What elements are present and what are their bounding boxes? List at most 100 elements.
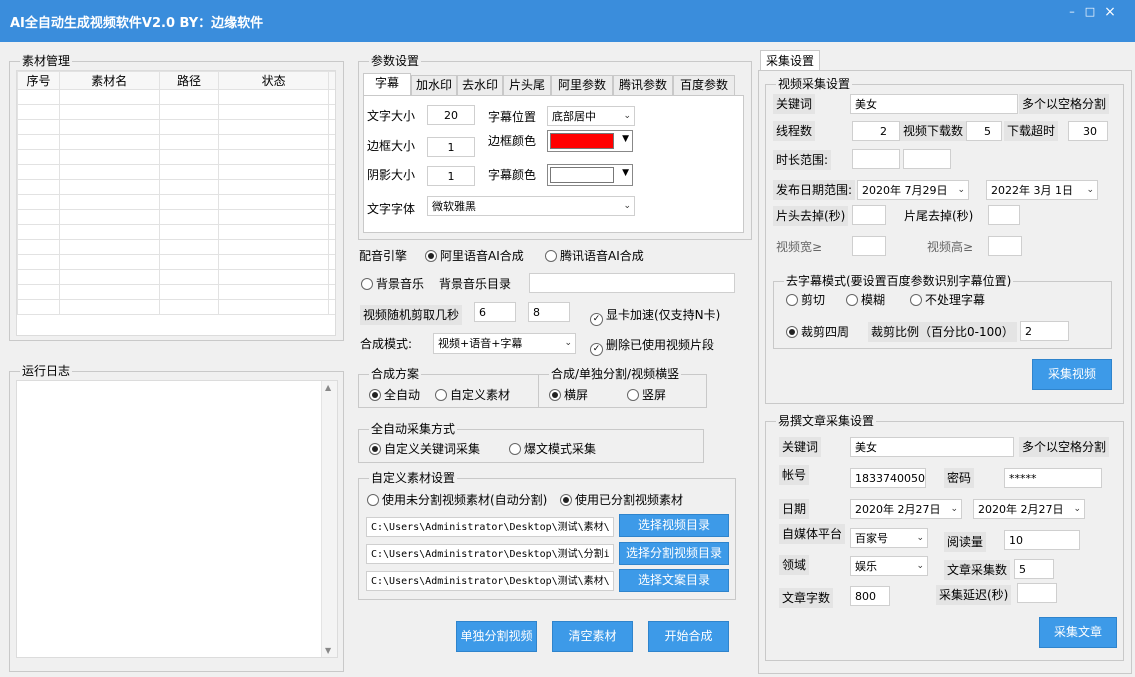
sub-blur-radio[interactable]: 模糊	[846, 292, 885, 308]
sub-cut-radio[interactable]: 剪切	[786, 292, 825, 308]
table-row[interactable]	[17, 119, 335, 135]
clip-min-input[interactable]: 6	[474, 302, 516, 322]
gpu-checkbox[interactable]: ✓ 显卡加速(仅支持N卡)	[590, 307, 720, 326]
tab-add-watermark[interactable]: 加水印	[411, 75, 457, 95]
vc-keyword-input[interactable]: 美女	[850, 94, 1018, 114]
table-row[interactable]	[17, 179, 335, 195]
font-size-label: 文字大小	[367, 109, 416, 123]
shadow-size-input[interactable]: 1	[427, 166, 475, 186]
crop-ratio-input[interactable]: 2	[1020, 321, 1069, 341]
log-scrollbar[interactable]: ▲ ▼	[321, 381, 337, 657]
font-select[interactable]: 微软雅黑 ⌄	[427, 196, 635, 216]
sub-none-radio[interactable]: 不处理字幕	[910, 292, 985, 308]
tab-tencent[interactable]: 腾讯参数	[613, 75, 673, 95]
ac-field-select[interactable]: 娱乐 ⌄	[850, 556, 928, 576]
portrait-radio[interactable]: 竖屏	[627, 387, 666, 403]
split-video-button[interactable]: 单独分割视频	[456, 621, 537, 652]
scheme-auto-radio[interactable]: 全自动	[369, 387, 420, 403]
col-index[interactable]: 序号	[17, 71, 60, 90]
table-row[interactable]	[17, 269, 335, 285]
vc-date-from-picker[interactable]: 2020年 7月29日 ⌄	[857, 180, 969, 200]
mode-select[interactable]: 视频+语音+字幕 ⌄	[433, 333, 576, 354]
ac-password-input[interactable]: *****	[1004, 468, 1102, 488]
tab-baidu[interactable]: 百度参数	[673, 75, 735, 95]
table-row[interactable]	[17, 89, 335, 105]
clip-max-input[interactable]: 8	[528, 302, 570, 322]
minimize-icon[interactable]: –	[1062, 4, 1082, 20]
table-row[interactable]	[17, 254, 335, 270]
tab-collect[interactable]: 采集设置	[760, 50, 820, 71]
tab-subtitle[interactable]: 字幕	[363, 73, 411, 95]
ac-count-input[interactable]: 5	[1014, 559, 1054, 579]
font-size-input[interactable]: 20	[427, 105, 475, 125]
table-row[interactable]	[17, 284, 335, 300]
scroll-down-icon[interactable]: ▼	[325, 646, 331, 655]
scroll-up-icon[interactable]: ▲	[325, 383, 331, 392]
col-status[interactable]: 状态	[218, 71, 329, 90]
ac-platform-select[interactable]: 百家号 ⌄	[850, 528, 928, 548]
scheme-custom-radio[interactable]: 自定义素材	[435, 387, 510, 403]
close-icon[interactable]: ×	[1100, 4, 1120, 20]
table-row[interactable]	[17, 209, 335, 225]
material-table[interactable]: 序号 素材名 路径 状态	[16, 70, 336, 336]
vc-width-input[interactable]	[852, 236, 886, 256]
vc-head-cut-input[interactable]	[852, 205, 886, 225]
ac-date-from-picker[interactable]: 2020年 2月27日 ⌄	[850, 499, 962, 519]
vc-duration-min-input[interactable]	[852, 149, 900, 169]
video-dir-input[interactable]: C:\Users\Administrator\Desktop\测试\素材\	[366, 517, 614, 537]
split-dir-input[interactable]: C:\Users\Administrator\Desktop\测试\分割i	[366, 544, 614, 564]
custom-keyword-radio[interactable]: 自定义关键词采集	[369, 441, 480, 457]
log-textarea[interactable]: ▲ ▼	[16, 380, 338, 658]
vc-height-input[interactable]	[988, 236, 1022, 256]
text-dir-input[interactable]: C:\Users\Administrator\Desktop\测试\素材\	[366, 571, 614, 591]
maximize-icon[interactable]: □	[1080, 4, 1100, 20]
unsplit-radio[interactable]: 使用未分割视频素材(自动分割)	[367, 492, 547, 508]
vc-timeout-input[interactable]: 30	[1068, 121, 1108, 141]
select-text-dir-button[interactable]: 选择文案目录	[619, 569, 729, 592]
vc-date-to-picker[interactable]: 2022年 3月 1日 ⌄	[986, 180, 1098, 200]
bgm-dir-input[interactable]	[529, 273, 735, 293]
tab-ali[interactable]: 阿里参数	[551, 75, 613, 95]
col-path[interactable]: 路径	[158, 71, 220, 90]
ac-reads-input[interactable]: 10	[1004, 530, 1080, 550]
border-size-input[interactable]: 1	[427, 137, 475, 157]
collect-video-button[interactable]: 采集视频	[1032, 359, 1112, 390]
table-row[interactable]	[17, 149, 335, 165]
bgm-radio[interactable]: 背景音乐	[361, 276, 424, 292]
subtitle-color-picker[interactable]: ▼	[547, 164, 633, 186]
table-row[interactable]	[17, 299, 335, 315]
radio-on-icon	[786, 326, 798, 338]
table-row[interactable]	[17, 164, 335, 180]
table-row[interactable]	[17, 239, 335, 255]
select-split-dir-button[interactable]: 选择分割视频目录	[619, 542, 729, 565]
tab-head-tail[interactable]: 片头尾	[503, 75, 551, 95]
col-name[interactable]: 素材名	[58, 71, 160, 90]
ac-keyword-input[interactable]: 美女	[850, 437, 1014, 457]
start-compose-button[interactable]: 开始合成	[648, 621, 729, 652]
landscape-radio[interactable]: 横屏	[549, 387, 588, 403]
ac-delay-input[interactable]	[1017, 583, 1057, 603]
voice-ali-radio[interactable]: 阿里语音AI合成	[425, 248, 524, 264]
subtitle-pos-select[interactable]: 底部居中 ⌄	[547, 106, 635, 126]
vc-downloads-input[interactable]: 5	[966, 121, 1002, 141]
table-row[interactable]	[17, 194, 335, 210]
tab-remove-watermark[interactable]: 去水印	[457, 75, 503, 95]
vc-tail-cut-input[interactable]	[988, 205, 1020, 225]
sub-crop-radio[interactable]: 裁剪四周	[786, 324, 849, 340]
vc-duration-max-input[interactable]	[903, 149, 951, 169]
clear-material-button[interactable]: 清空素材	[552, 621, 633, 652]
split-radio[interactable]: 使用已分割视频素材	[560, 492, 683, 508]
table-row[interactable]	[17, 224, 335, 240]
delete-used-checkbox[interactable]: ✓ 删除已使用视频片段	[590, 337, 714, 356]
collect-article-button[interactable]: 采集文章	[1039, 617, 1117, 648]
table-row[interactable]	[17, 104, 335, 120]
hot-article-radio[interactable]: 爆文模式采集	[509, 441, 596, 457]
select-video-dir-button[interactable]: 选择视频目录	[619, 514, 729, 537]
border-color-picker[interactable]: ▼	[547, 130, 633, 152]
voice-tencent-radio[interactable]: 腾讯语音AI合成	[545, 248, 644, 264]
ac-date-to-picker[interactable]: 2020年 2月27日 ⌄	[973, 499, 1085, 519]
ac-words-input[interactable]: 800	[850, 586, 890, 606]
vc-threads-input[interactable]: 2	[852, 121, 900, 141]
ac-account-input[interactable]: 18337400500	[850, 468, 926, 488]
table-row[interactable]	[17, 134, 335, 150]
